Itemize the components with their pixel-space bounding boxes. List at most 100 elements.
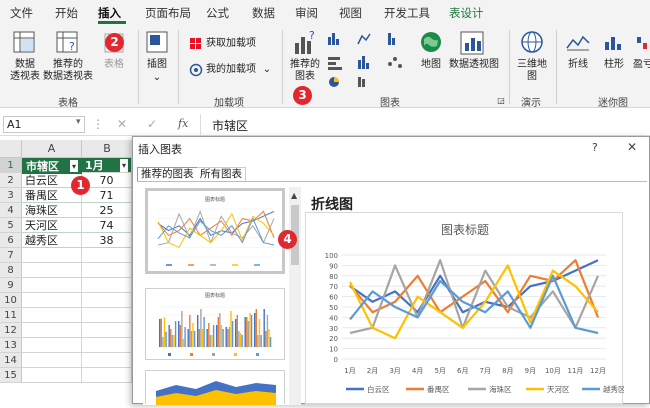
pivot-chart-button[interactable]: 数据透视图 xyxy=(447,59,501,71)
empty-cell[interactable] xyxy=(82,323,132,338)
pivot-table-icon[interactable] xyxy=(12,30,38,56)
3d-map-icon[interactable] xyxy=(520,30,544,54)
empty-cell[interactable] xyxy=(82,293,132,308)
row-header[interactable]: 5 xyxy=(0,218,22,233)
sparkline-winloss-icon[interactable] xyxy=(636,34,650,52)
column-header-b[interactable]: B xyxy=(82,140,132,158)
recommended-pivot-button[interactable]: 推荐的 数据透视表 xyxy=(40,59,96,83)
empty-cell[interactable] xyxy=(22,263,82,278)
recommended-charts-button[interactable]: 推荐的 图表 xyxy=(287,59,323,83)
row-header[interactable]: 9 xyxy=(0,278,22,293)
table-cell[interactable]: 天河区 xyxy=(22,218,82,233)
header-cell[interactable]: 市辖区 ▾ xyxy=(22,158,82,173)
sparkline-winloss-button[interactable]: 盈亏 xyxy=(633,59,650,71)
chevron-down-icon[interactable]: ▾ xyxy=(76,117,81,127)
table-cell[interactable]: 越秀区 xyxy=(22,233,82,248)
empty-cell[interactable] xyxy=(22,248,82,263)
chevron-down-icon[interactable]: ⌄ xyxy=(152,72,162,84)
table-cell[interactable]: 海珠区 xyxy=(22,203,82,218)
tab-review[interactable]: 审阅 xyxy=(295,5,318,21)
table-cell[interactable]: 38 xyxy=(82,233,132,248)
table-cell[interactable]: 25 xyxy=(82,203,132,218)
tab-insert[interactable]: 插入 xyxy=(98,5,121,21)
tab-page-layout[interactable]: 页面布局 xyxy=(145,5,191,21)
scroll-up-icon[interactable]: ▲ xyxy=(291,191,297,200)
row-header[interactable]: 3 xyxy=(0,188,22,203)
formula-input[interactable]: 市辖区 xyxy=(212,117,248,134)
map-button[interactable]: 地图 xyxy=(418,59,444,71)
name-box[interactable]: A1 xyxy=(3,116,85,133)
table-cell[interactable]: 71 xyxy=(82,188,132,203)
empty-cell[interactable] xyxy=(22,338,82,353)
empty-cell[interactable] xyxy=(82,308,132,323)
row-header[interactable]: 8 xyxy=(0,263,22,278)
recommended-pivot-icon[interactable]: ? xyxy=(55,30,81,56)
map-icon[interactable] xyxy=(419,30,443,54)
row-header[interactable]: 7 xyxy=(0,248,22,263)
row-header[interactable]: 13 xyxy=(0,338,22,353)
column-header-a[interactable]: A xyxy=(22,140,82,158)
thumbnail-column-chart[interactable]: 图表标题 xyxy=(145,288,285,360)
empty-cell[interactable] xyxy=(82,263,132,278)
empty-cell[interactable] xyxy=(82,353,132,368)
table-button[interactable]: 表格 xyxy=(100,59,128,71)
fx-icon[interactable]: fx xyxy=(178,117,188,130)
dialog-launcher-icon[interactable]: ◲ xyxy=(497,95,505,107)
row-header[interactable]: 2 xyxy=(0,173,22,188)
empty-cell[interactable] xyxy=(22,353,82,368)
tab-home[interactable]: 开始 xyxy=(55,5,78,21)
empty-cell[interactable] xyxy=(82,278,132,293)
tab-view[interactable]: 视图 xyxy=(339,5,362,21)
row-header[interactable]: 10 xyxy=(0,293,22,308)
row-header[interactable]: 15 xyxy=(0,368,22,383)
empty-cell[interactable] xyxy=(22,323,82,338)
recommended-charts-icon[interactable]: ? xyxy=(292,29,318,57)
chart-types-gallery[interactable] xyxy=(326,30,416,88)
empty-cell[interactable] xyxy=(22,293,82,308)
row-header[interactable]: 14 xyxy=(0,353,22,368)
enter-icon[interactable]: ✓ xyxy=(147,117,157,131)
illustrations-button[interactable]: 插图 xyxy=(142,59,172,71)
empty-cell[interactable] xyxy=(82,338,132,353)
empty-cell[interactable] xyxy=(82,368,132,383)
filter-dropdown-icon[interactable]: ▾ xyxy=(119,159,128,172)
row-header[interactable]: 4 xyxy=(0,203,22,218)
cancel-icon[interactable]: ✕ xyxy=(117,117,127,131)
thumbnail-area-chart[interactable] xyxy=(145,370,285,405)
header-cell[interactable]: 1月 ▾ xyxy=(82,158,132,173)
tab-data[interactable]: 数据 xyxy=(252,5,275,21)
sparkline-column-button[interactable]: 柱形 xyxy=(600,59,628,71)
tab-file[interactable]: 文件 xyxy=(10,5,33,21)
sparkline-line-icon[interactable] xyxy=(566,34,590,52)
scrollbar[interactable]: ▲ xyxy=(289,187,301,405)
help-button[interactable]: ? xyxy=(592,141,598,154)
empty-cell[interactable] xyxy=(22,278,82,293)
sparkline-line-button[interactable]: 折线 xyxy=(564,59,592,71)
row-header[interactable]: 11 xyxy=(0,308,22,323)
row-header[interactable]: 12 xyxy=(0,323,22,338)
my-addins-button[interactable]: 我的加载项 xyxy=(206,64,256,76)
empty-cell[interactable] xyxy=(22,308,82,323)
pivot-chart-icon[interactable] xyxy=(459,30,485,56)
get-addins-button[interactable]: 获取加载项 xyxy=(206,38,256,50)
3d-map-button[interactable]: 三维地 图 xyxy=(513,59,551,83)
column-bar xyxy=(265,331,267,347)
illustrations-icon[interactable] xyxy=(145,30,169,54)
tab-developer[interactable]: 开发工具 xyxy=(384,5,430,21)
row-header[interactable]: 1 xyxy=(0,158,22,173)
close-button[interactable]: ✕ xyxy=(627,140,637,154)
select-all-corner[interactable] xyxy=(0,140,22,158)
tab-table-design[interactable]: 表设计 xyxy=(449,5,484,21)
filter-dropdown-icon[interactable]: ▾ xyxy=(69,160,78,172)
chevron-down-icon[interactable]: ⌄ xyxy=(262,64,272,76)
group-charts-label: 图表 xyxy=(380,98,400,109)
sparkline-column-icon[interactable] xyxy=(603,34,625,52)
tab-all-charts[interactable]: 所有图表 xyxy=(197,167,246,182)
tab-formulas[interactable]: 公式 xyxy=(206,5,229,21)
tab-recommended-charts[interactable]: 推荐的图表 xyxy=(137,167,198,182)
empty-cell[interactable] xyxy=(22,368,82,383)
table-cell[interactable]: 74 xyxy=(82,218,132,233)
empty-cell[interactable] xyxy=(82,248,132,263)
thumbnail-line-chart[interactable]: 图表标题 xyxy=(145,188,285,274)
row-header[interactable]: 6 xyxy=(0,233,22,248)
